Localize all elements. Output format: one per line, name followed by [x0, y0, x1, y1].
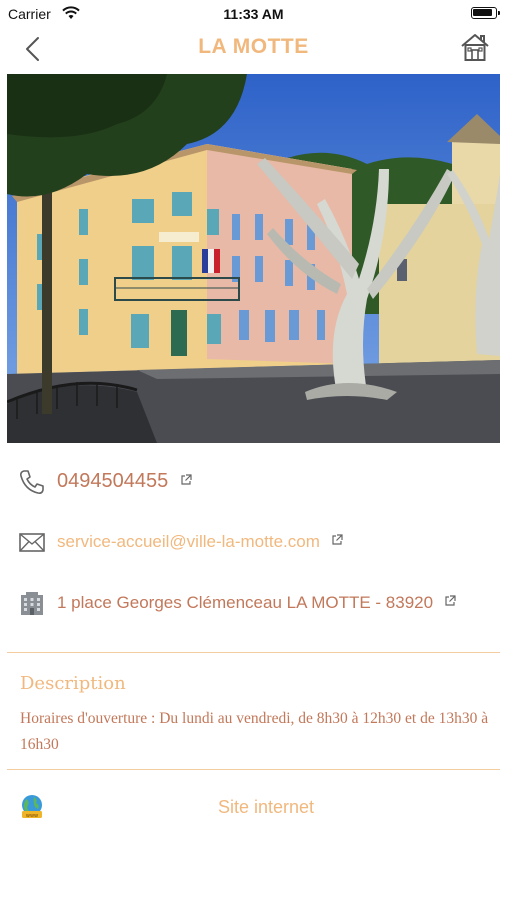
phone-icon — [20, 470, 44, 494]
website-link[interactable]: Site internet — [0, 797, 507, 818]
page-title: LA MOTTE — [198, 35, 309, 58]
address-text: 1 place Georges Clémenceau LA MOTTE - 83… — [57, 593, 434, 612]
town-hall-photo — [7, 74, 500, 443]
nav-bar: LA MOTTE — [0, 28, 507, 70]
battery-icon — [471, 7, 500, 19]
external-link-icon — [181, 474, 192, 485]
status-bar: Carrier 11:33 AM — [0, 0, 507, 28]
building-icon — [21, 592, 43, 615]
website-row[interactable]: www Site internet — [0, 786, 507, 826]
divider — [7, 769, 500, 770]
description-heading: Description — [20, 673, 126, 694]
address-link[interactable]: 1 place Georges Clémenceau LA MOTTE - 83… — [57, 593, 456, 613]
home-button[interactable] — [459, 32, 491, 64]
external-link-icon — [332, 534, 343, 545]
phone-number: 0494504455 — [57, 470, 169, 492]
phone-row[interactable]: 0494504455 — [0, 461, 507, 501]
envelope-icon — [19, 533, 45, 552]
home-icon — [461, 34, 489, 61]
email-link[interactable]: service-accueil@ville-la-motte.com — [57, 532, 343, 552]
email-row[interactable]: service-accueil@ville-la-motte.com — [0, 521, 507, 561]
external-link-icon — [445, 595, 456, 606]
phone-link[interactable]: 0494504455 — [57, 470, 192, 493]
address-row[interactable]: 1 place Georges Clémenceau LA MOTTE - 83… — [0, 582, 507, 622]
email-address: service-accueil@ville-la-motte.com — [57, 532, 320, 551]
status-time: 11:33 AM — [223, 6, 284, 22]
description-text: Horaires d'ouverture : Du lundi au vendr… — [20, 710, 489, 753]
divider — [7, 652, 500, 653]
